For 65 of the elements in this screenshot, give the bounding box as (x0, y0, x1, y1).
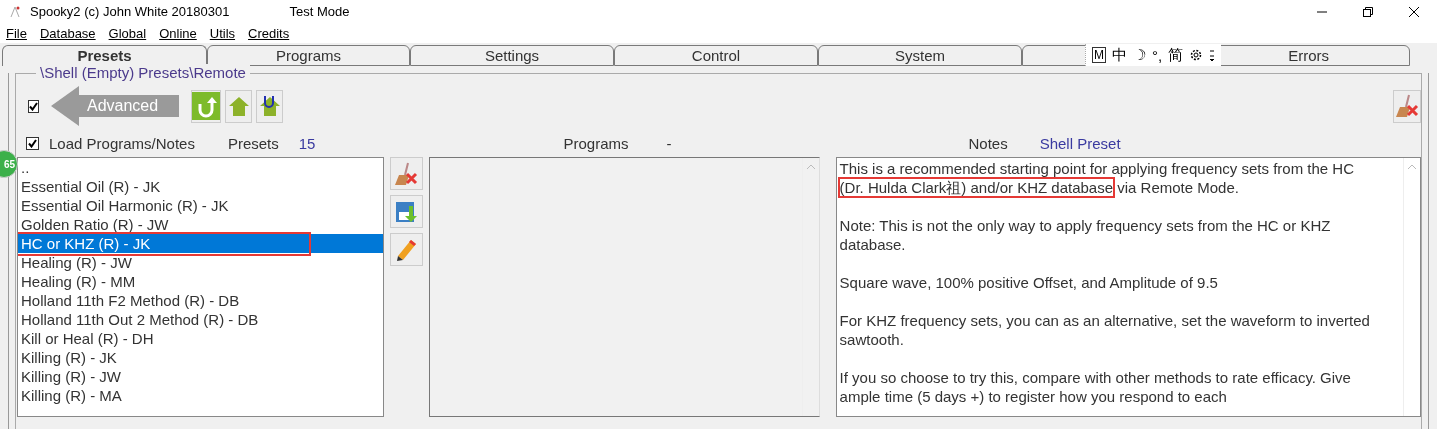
edit-button[interactable] (389, 233, 423, 266)
ime-key[interactable]: 简 (1168, 45, 1184, 65)
ime-key[interactable]: ☽ (1133, 46, 1146, 64)
pencil-icon (394, 237, 419, 262)
save-button[interactable] (389, 195, 423, 228)
menu-item[interactable]: Database (39, 25, 96, 41)
preset-item[interactable]: Holland 11th Out 2 Method (R) - DB (18, 310, 383, 329)
more-icon[interactable] (1209, 48, 1216, 62)
preset-path: \Shell (Empty) Presets\Remote (36, 64, 250, 81)
checkbox[interactable] (28, 99, 39, 113)
preset-item[interactable]: Essential Oil Harmonic (R) - JK (18, 196, 383, 215)
check-icon (29, 101, 38, 111)
programs-count: - (666, 134, 672, 152)
notes-paragraph: If you so choose to try this, compare with other methods to rate efficacy. Give ample time (5 days +) to register how you respond to each (839, 368, 1352, 406)
menu-item[interactable]: Utils (209, 25, 236, 41)
mode-label: Test Mode (289, 4, 350, 19)
clear-button[interactable] (1393, 89, 1421, 123)
tab[interactable]: System (818, 45, 1022, 66)
home-button[interactable] (256, 89, 283, 123)
notes-paragraph: Square wave, 100% positive Offset, and Amplitude of 9.5 (839, 273, 1219, 292)
presets-count: 15 (298, 134, 316, 152)
tab[interactable]: Programs (207, 45, 410, 66)
menu-item[interactable]: Credits (248, 25, 290, 41)
scroll-up-icon[interactable] (1407, 164, 1417, 170)
ime-key[interactable]: M (1092, 47, 1106, 63)
tab[interactable]: Presets (2, 45, 207, 66)
preset-item[interactable]: Killing (R) - JK (18, 348, 383, 367)
programs-label: Programs (563, 134, 629, 152)
notes-paragraph: For KHZ frequency sets, you can as an alternative, set the waveform to inverted sawtooth. (839, 311, 1371, 349)
clear-button[interactable] (389, 157, 423, 190)
settings-icon[interactable] (1189, 48, 1204, 62)
broom-icon (1394, 93, 1420, 119)
preset-item[interactable]: Healing (R) - MM (18, 272, 383, 291)
preset-item[interactable]: Healing (R) - JW (18, 253, 383, 272)
restore-icon (1362, 5, 1374, 18)
tab[interactable]: Control (614, 45, 818, 66)
preset-item[interactable]: Killing (R) - JW (18, 367, 383, 386)
tab[interactable]: Settings (410, 45, 614, 66)
window-title: Spooky2 (c) John White 20180301 (30, 4, 230, 19)
preset-item[interactable]: HC or KHZ (R) - JK (18, 234, 383, 253)
app-icon (8, 4, 22, 19)
preset-item[interactable]: Essential Oil (R) - JK (18, 177, 383, 196)
preset-item[interactable]: .. (18, 158, 383, 177)
notes-label: Notes (968, 134, 1008, 152)
preset-item[interactable]: Kill or Heal (R) - DH (18, 329, 383, 348)
preset-item[interactable]: Killing (R) - MA (18, 386, 383, 405)
presets-label: Presets (227, 134, 279, 152)
count-badge: 65 (0, 150, 18, 178)
load-programs-label: Load Programs/Notes (49, 134, 195, 152)
checkbox[interactable] (26, 136, 39, 150)
preset-item[interactable]: Holland 11th F2 Method (R) - DB (18, 291, 383, 310)
menu-item[interactable]: Global (108, 25, 147, 41)
ime-key[interactable]: °, (1152, 46, 1163, 64)
ime-key[interactable]: 中 (1112, 45, 1127, 65)
menu-item[interactable]: Online (159, 25, 197, 41)
notes-preset-name: Shell Preset (1039, 134, 1121, 152)
broom-icon (393, 160, 420, 187)
refresh-button[interactable] (191, 89, 221, 123)
check-icon (28, 138, 37, 148)
save-icon (394, 199, 419, 224)
notes-paragraph: This is a recommended starting point for applying frequency sets from the HC (Dr. Hulda Clark祖) and/or KHZ database via Remote Mode. (839, 159, 1355, 197)
preset-item[interactable]: Golden Ratio (R) - JW (18, 215, 383, 234)
close-icon (1408, 5, 1420, 18)
menu-item[interactable]: File (6, 25, 27, 41)
notes-paragraph: Note: This is not the only way to apply frequency sets from the HC or KHZ database. (839, 216, 1332, 254)
